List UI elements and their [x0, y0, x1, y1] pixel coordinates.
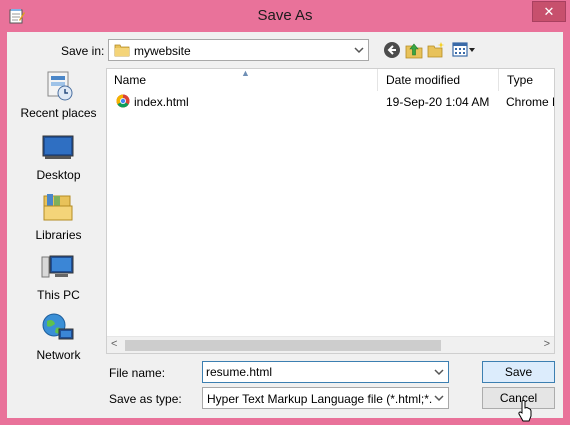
chevron-down-icon[interactable]: [353, 44, 365, 56]
save-as-type-label: Save as type:: [109, 392, 182, 406]
back-icon[interactable]: [383, 41, 401, 59]
column-header-label: Name: [114, 73, 147, 87]
place-label: Libraries: [35, 228, 82, 242]
column-header-date-modified[interactable]: Date modified: [379, 69, 499, 91]
file-name-label: File name:: [109, 366, 166, 380]
place-desktop[interactable]: Desktop: [13, 130, 104, 188]
place-label: Desktop: [36, 168, 81, 182]
new-folder-icon[interactable]: [427, 41, 445, 59]
save-in-dropdown[interactable]: mywebsite: [108, 39, 369, 61]
file-row[interactable]: index.html 19-Sep-20 1:04 AM Chrome H: [107, 92, 554, 112]
save-as-type-dropdown[interactable]: Hyper Text Markup Language file (*.html;…: [202, 387, 449, 409]
close-icon: ✕: [543, 3, 555, 19]
file-date: 19-Sep-20 1:04 AM: [386, 95, 490, 109]
place-network[interactable]: Network: [13, 310, 104, 368]
network-icon: [42, 313, 74, 340]
places-bar: Recent places Desktop Libraries This PC …: [13, 68, 104, 380]
desktop-icon: [42, 135, 74, 159]
file-type: Chrome H: [506, 95, 554, 109]
this-pc-icon: [41, 255, 74, 278]
scroll-right-icon[interactable]: >: [544, 338, 550, 350]
file-list[interactable]: Name ▲ Date modified Type index.html 19-…: [106, 68, 555, 354]
title-bar[interactable]: Save As ✕: [0, 0, 570, 32]
file-name-input[interactable]: [206, 364, 431, 380]
window-title: Save As: [257, 7, 313, 24]
file-name-field[interactable]: [202, 361, 449, 383]
file-name: index.html: [134, 95, 189, 109]
libraries-icon: [43, 194, 73, 221]
place-label: Recent places: [20, 106, 97, 120]
recent-places-icon: [47, 71, 73, 101]
chrome-icon: [116, 94, 130, 108]
sort-ascending-icon: ▲: [241, 68, 250, 78]
place-libraries[interactable]: Libraries: [13, 190, 104, 248]
close-button[interactable]: ✕: [532, 1, 566, 22]
up-folder-icon[interactable]: [405, 41, 423, 59]
save-in-label: Save in:: [61, 44, 105, 58]
place-this-pc[interactable]: This PC: [13, 250, 104, 308]
dialog-body: Save in: mywebsite Recent places Desktop…: [7, 32, 563, 422]
scrollbar-thumb[interactable]: [125, 340, 441, 351]
column-header-label: Type: [507, 73, 534, 87]
save-in-value: mywebsite: [134, 44, 191, 58]
folder-icon: [114, 44, 130, 57]
save-button[interactable]: Save: [482, 361, 555, 383]
place-label: Network: [36, 348, 81, 362]
chevron-down-icon[interactable]: [433, 392, 445, 404]
save-as-dialog: Save As ✕ Save in: mywebsite Recent plac…: [0, 0, 570, 425]
hand-cursor-icon: [518, 400, 532, 422]
column-header-type[interactable]: Type: [500, 69, 554, 91]
save-as-type-value: Hyper Text Markup Language file (*.html;…: [207, 392, 433, 406]
chevron-down-icon[interactable]: [433, 366, 445, 378]
place-recent-places[interactable]: Recent places: [13, 68, 104, 126]
horizontal-scrollbar[interactable]: < >: [107, 336, 554, 353]
column-header-label: Date modified: [386, 73, 461, 87]
view-menu-icon[interactable]: [452, 41, 476, 59]
column-header-name[interactable]: Name ▲: [107, 69, 378, 91]
scroll-left-icon[interactable]: <: [111, 338, 117, 350]
place-label: This PC: [37, 288, 80, 302]
